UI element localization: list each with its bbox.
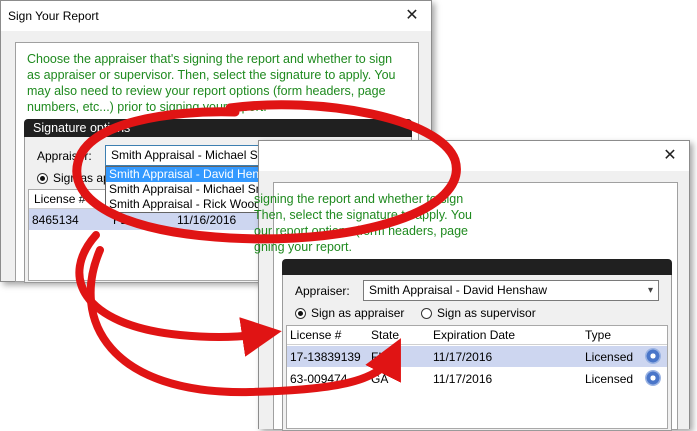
instruction-line: signing the report and whether to sign	[254, 192, 464, 206]
column-header-state[interactable]: State	[371, 326, 399, 344]
column-header-type[interactable]: Type	[585, 326, 611, 344]
table-row[interactable]: 17-13839139 FL 11/17/2016 Licensed	[287, 346, 667, 367]
signature-options-header: Signature options	[24, 119, 412, 137]
state-cell: GA	[371, 372, 389, 386]
column-header-license[interactable]: License #	[34, 190, 85, 208]
appraiser-select[interactable]: Smith Appraisal - David Henshaw ▾	[363, 280, 659, 301]
column-header-license[interactable]: License #	[290, 326, 341, 344]
column-header-expiration[interactable]: Expiration Date	[433, 326, 515, 344]
license-table-header: License # State Expiration Date Type	[287, 326, 667, 345]
instruction-line: Then, select the signature to apply. You	[254, 208, 472, 222]
gear-icon[interactable]	[645, 348, 661, 364]
chevron-down-icon[interactable]: ▾	[648, 281, 653, 300]
instruction-line: gning your report.	[254, 240, 352, 254]
expiration-cell: 11/17/2016	[433, 350, 493, 364]
instruction-line: as appraiser or supervisor. Then, select…	[27, 68, 396, 82]
sign-as-supervisor-radio[interactable]	[421, 308, 432, 319]
sign-as-appraiser-radio[interactable]	[37, 173, 48, 184]
appraiser-label: Appraiser:	[295, 284, 350, 298]
dialog-title-bar: ✕	[259, 141, 689, 171]
license-cell: 63-009474	[290, 372, 348, 386]
license-cell: 17-13839139	[290, 350, 361, 364]
signature-options-header	[282, 259, 672, 275]
gear-icon[interactable]	[645, 370, 661, 386]
expiration-cell: 11/17/2016	[433, 372, 493, 386]
type-cell: Licensed	[585, 372, 634, 386]
dialog-title-bar: Sign Your Report ✕	[1, 1, 431, 31]
close-icon[interactable]: ✕	[661, 145, 679, 165]
expiration-cell: 11/16/2016	[177, 213, 237, 227]
appraiser-select-value: Smith Appraisal - David Henshaw	[369, 283, 548, 297]
sign-as-appraiser-label[interactable]: Sign as appraiser	[311, 306, 404, 320]
sign-report-dialog-2: ✕ signing the report and whether to sign…	[254, 140, 690, 431]
license-table: License # State Expiration Date Type 17-…	[286, 325, 668, 429]
state-cell: FL	[113, 213, 128, 227]
close-icon[interactable]: ✕	[403, 5, 421, 25]
instruction-line: numbers, etc...) prior to signing your r…	[27, 100, 267, 114]
appraiser-select-value: Smith Appraisal - Michael Smith	[111, 148, 281, 162]
dialog-title: Sign Your Report	[8, 9, 99, 23]
sign-as-appraiser-radio[interactable]	[295, 308, 306, 319]
instruction-line: may also need to review your report opti…	[27, 84, 386, 98]
signature-options-group: Appraiser: Smith Appraisal - David Hensh…	[282, 275, 672, 431]
table-row[interactable]: 63-009474 GA 11/17/2016 Licensed	[287, 368, 667, 389]
license-cell: 8465134	[32, 213, 79, 227]
appraiser-label: Appraiser:	[37, 149, 92, 163]
type-cell: Licensed	[585, 350, 634, 364]
state-cell: FL	[371, 350, 386, 364]
instruction-line: our report options (form headers, page	[254, 224, 469, 238]
instruction-line: Choose the appraiser that's signing the …	[27, 52, 393, 66]
dialog-content-panel: signing the report and whether to sign T…	[254, 182, 678, 431]
sign-as-supervisor-label[interactable]: Sign as supervisor	[437, 306, 536, 320]
